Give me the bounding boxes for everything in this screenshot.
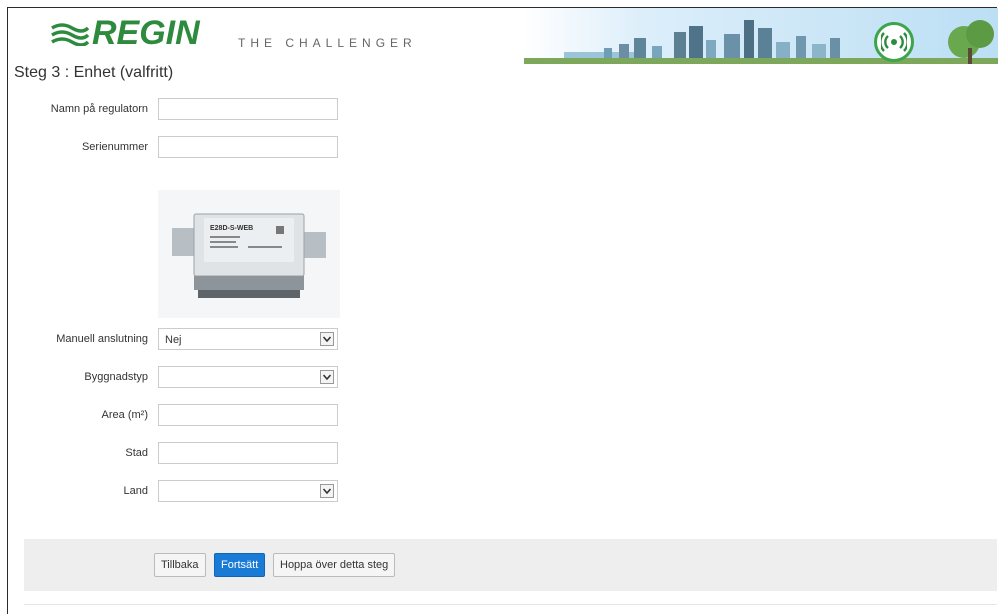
- country-row: Land: [8, 480, 408, 504]
- wireless-signal-icon: [874, 22, 914, 62]
- brand-name: REGIN: [92, 14, 200, 52]
- country-label: Land: [123, 485, 148, 497]
- building-type-select[interactable]: [158, 366, 338, 388]
- area-label: Area (m²): [101, 409, 148, 421]
- city-input[interactable]: [158, 442, 338, 464]
- manual-connection-label: Manuell anslutning: [56, 333, 148, 345]
- building-type-label: Byggnadstyp: [84, 371, 148, 383]
- app-frame: REGIN THE CHALLENGER Steg 3: Enhet (val…: [7, 7, 998, 614]
- regin-logo-waves-icon: [51, 23, 90, 46]
- controller-name-input[interactable]: [158, 98, 338, 120]
- header: REGIN THE CHALLENGER: [8, 8, 998, 64]
- continue-button[interactable]: Fortsätt: [214, 553, 266, 577]
- controller-name-row: Namn på regulatorn: [8, 98, 408, 122]
- area-row: Area (m²): [8, 404, 408, 428]
- page-title: Steg 3 : Enhet (valfritt): [14, 64, 174, 81]
- serial-number-input[interactable]: [158, 136, 338, 158]
- controller-name-label: Namn på regulatorn: [50, 103, 148, 115]
- chevron-down-icon[interactable]: [320, 370, 334, 384]
- chevron-down-icon[interactable]: [320, 332, 334, 346]
- city-row: Stad: [8, 442, 408, 466]
- skip-step-button[interactable]: Hoppa över detta steg: [273, 553, 396, 577]
- divider: [24, 604, 997, 605]
- serial-number-row: Serienummer: [8, 136, 408, 160]
- tagline: THE CHALLENGER: [238, 36, 417, 50]
- device-image: E28D-S-WEB: [158, 190, 340, 318]
- area-input[interactable]: [158, 404, 338, 426]
- country-select[interactable]: [158, 480, 338, 502]
- building-type-row: Byggnadstyp: [8, 366, 408, 390]
- manual-connection-select[interactable]: Nej: [158, 328, 338, 350]
- device-model-text: E28D-S-WEB: [210, 225, 253, 232]
- regin-logo: REGIN: [50, 16, 200, 50]
- city-skyline-banner: [524, 8, 998, 64]
- back-button[interactable]: Tillbaka: [154, 553, 206, 577]
- manual-connection-value: Nej: [165, 334, 182, 346]
- manual-connection-row: Manuell anslutning Nej: [8, 328, 408, 352]
- serial-number-label: Serienummer: [81, 141, 148, 153]
- city-label: Stad: [125, 447, 148, 459]
- form-actions-bar: Tillbaka Fortsätt Hoppa över detta steg: [24, 539, 997, 591]
- chevron-down-icon[interactable]: [320, 484, 334, 498]
